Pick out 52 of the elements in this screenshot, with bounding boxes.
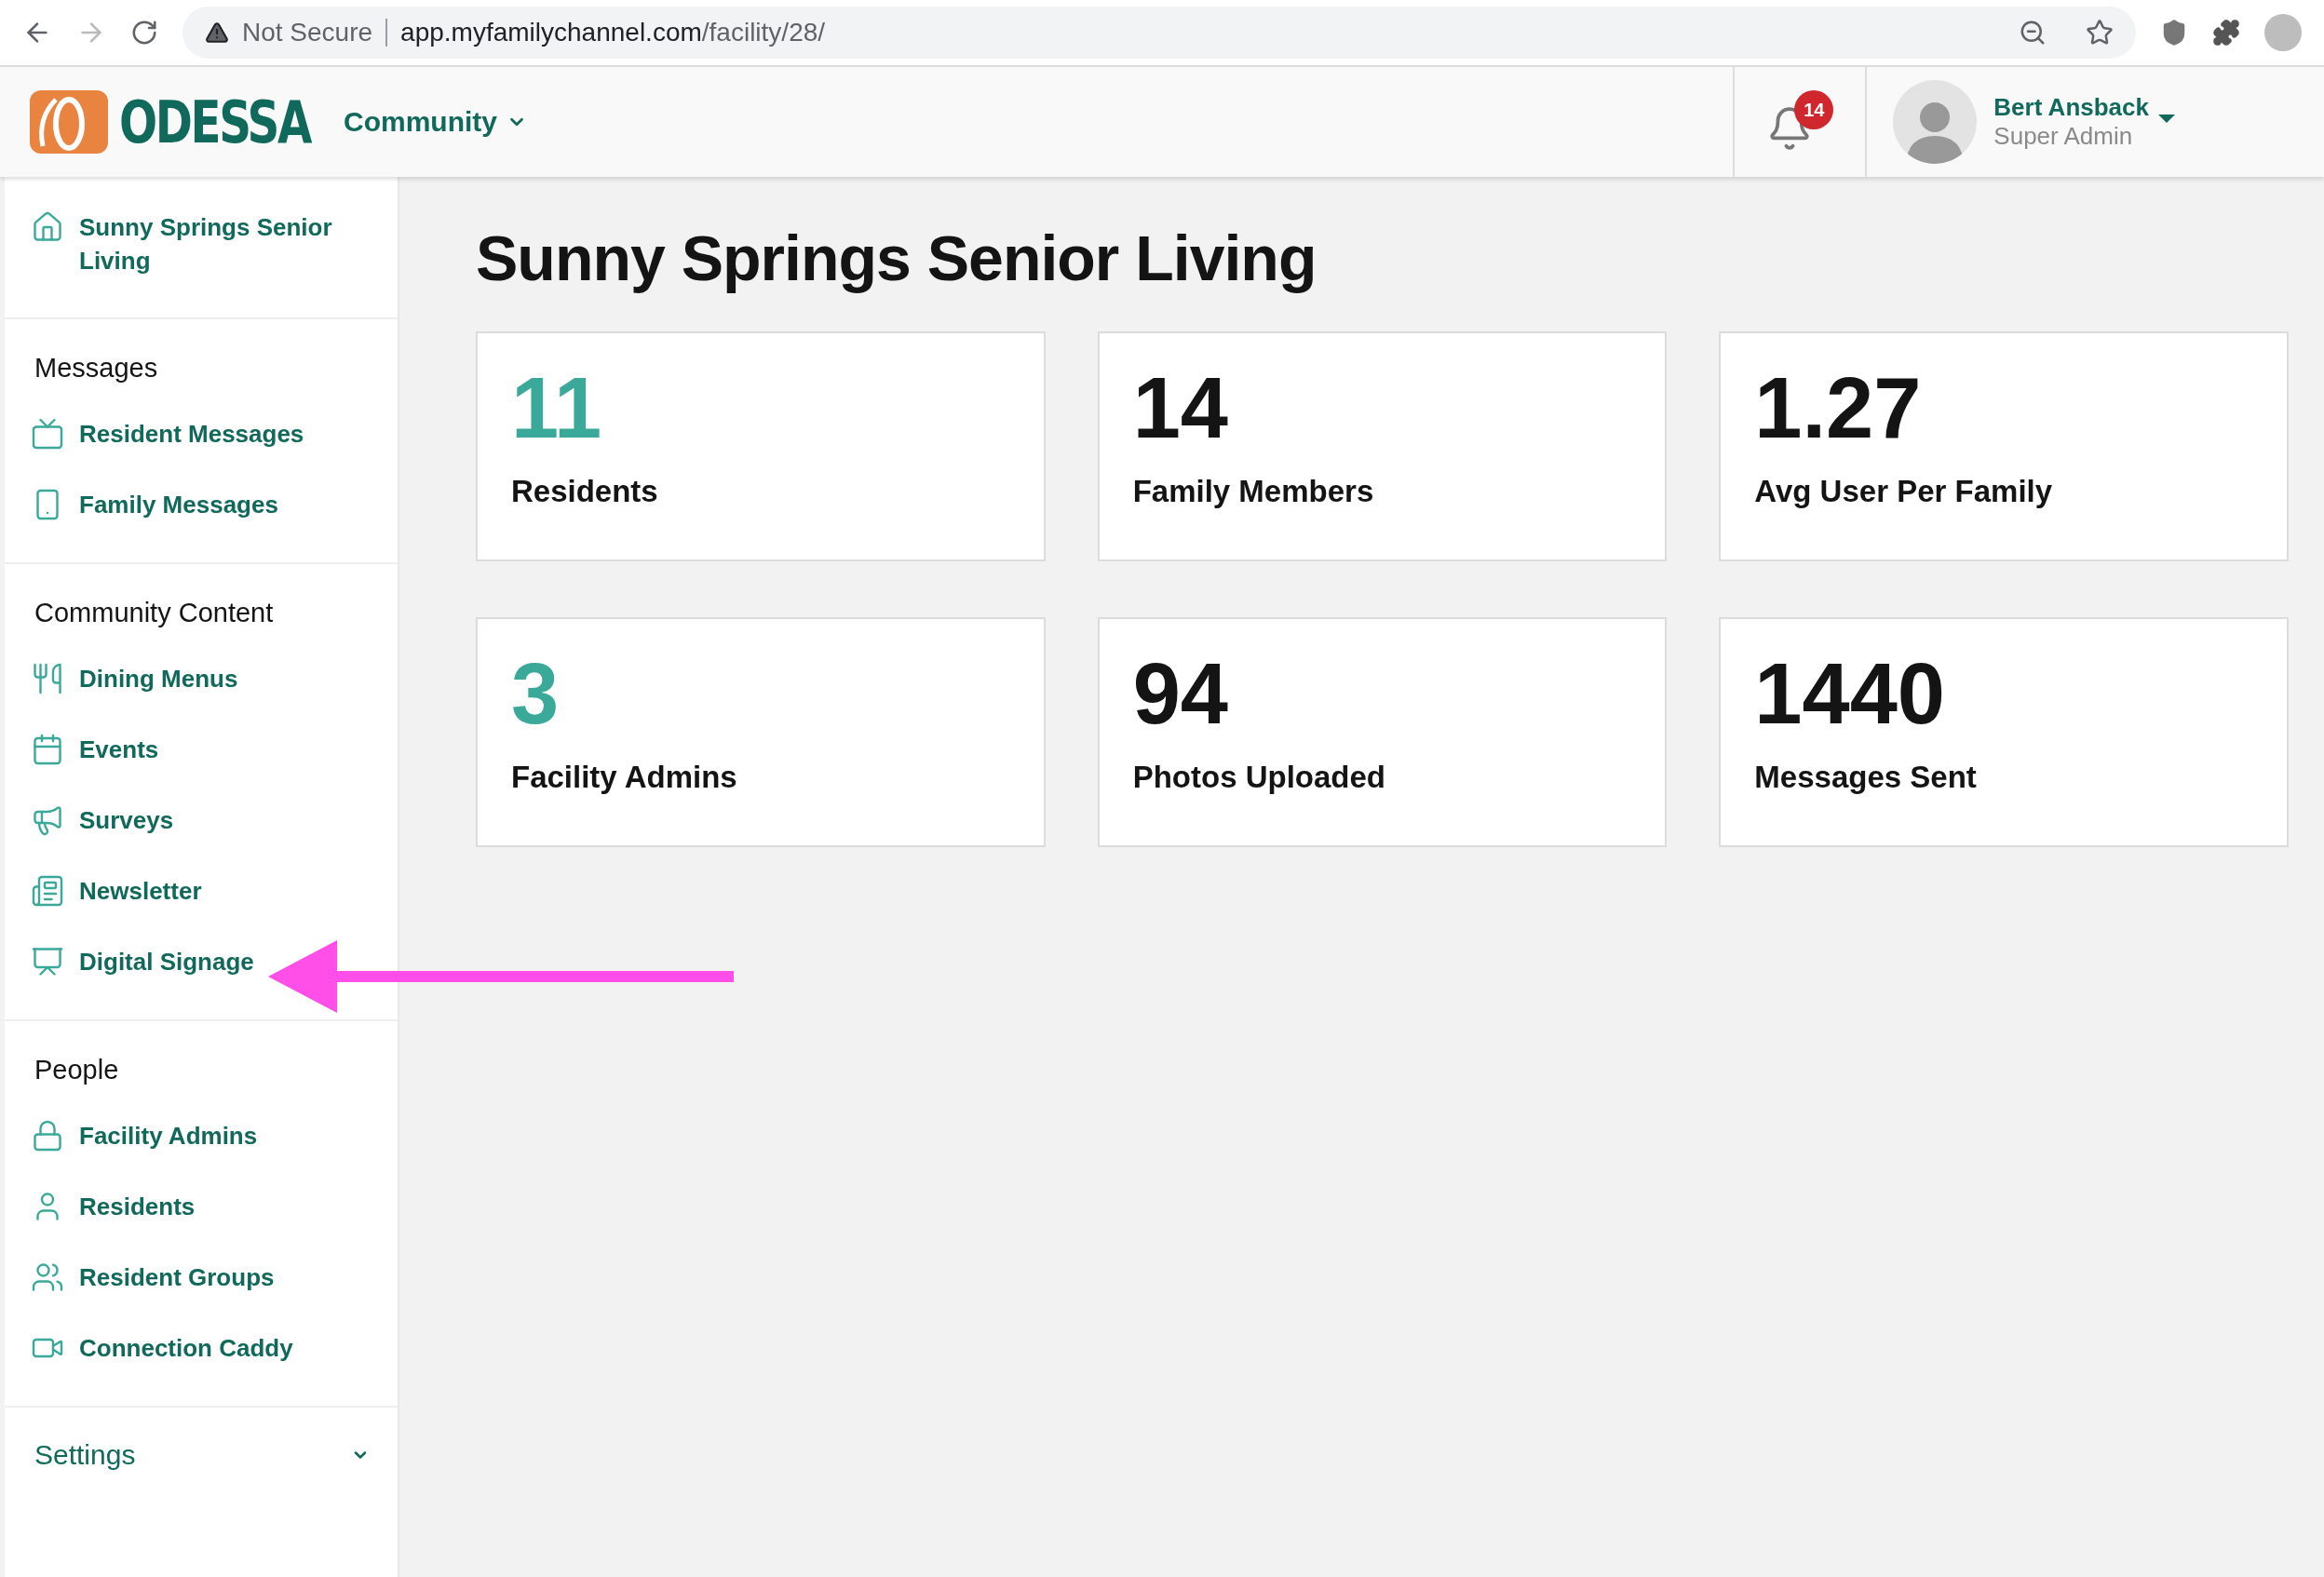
sidebar-item[interactable]: Residents: [31, 1170, 373, 1242]
bookmark-star-icon[interactable]: [2086, 19, 2114, 47]
notification-bell[interactable]: 14: [1766, 90, 1834, 154]
sidebar-item[interactable]: Dining Menus: [31, 642, 373, 714]
reload-icon[interactable]: [130, 19, 158, 47]
logo-icon: [30, 90, 108, 154]
section-heading: Messages: [34, 352, 159, 384]
stat-value: 94: [1132, 649, 1229, 739]
sidebar-item[interactable]: Family Messages: [31, 468, 373, 540]
stat-value: 3: [511, 649, 561, 739]
stat-value: 11: [511, 363, 603, 453]
sidebar-item[interactable]: Sunny Springs Senior Living: [31, 210, 373, 278]
sidebar-item[interactable]: Newsletter: [31, 855, 373, 926]
notification-count: 14: [1794, 90, 1834, 129]
page-title: Sunny Springs Senior Living: [476, 222, 1317, 294]
stat-label: Family Members: [1132, 473, 1375, 509]
sidebar-item[interactable]: Resident Groups: [31, 1241, 373, 1313]
url-path: /facility/28/: [701, 18, 826, 47]
section-heading: Community Content: [34, 597, 275, 628]
stat-label: Residents: [511, 473, 659, 509]
sidebar-item[interactable]: Events: [31, 713, 373, 785]
sidebar-item[interactable]: Digital Signage: [31, 925, 373, 997]
stat-value: 1.27: [1754, 363, 1923, 453]
stat-label: Photos Uploaded: [1132, 759, 1386, 795]
stat-label: Messages Sent: [1754, 759, 1978, 795]
calendar-icon: [31, 732, 64, 766]
sidebar-item[interactable]: Facility Admins: [31, 1099, 373, 1171]
zoom-icon[interactable]: [2019, 19, 2047, 47]
user-role: Super Admin: [1993, 122, 2134, 151]
security-label: Not Secure: [242, 18, 373, 47]
home-icon: [31, 210, 64, 244]
sidebar-item[interactable]: Resident Messages: [31, 398, 373, 469]
television-icon: [31, 416, 64, 451]
sidebar-item[interactable]: Connection Caddy: [31, 1312, 373, 1383]
address-bar[interactable]: Not Secure app.myfamilychannel.com/facility/28/: [182, 7, 2136, 59]
user-name[interactable]: Bert Ansback: [1993, 93, 2149, 122]
stat-value: 1440: [1754, 649, 1946, 739]
lock-icon: [31, 1118, 64, 1152]
newspaper-icon: [31, 873, 64, 908]
url-host: app.myfamilychannel.com: [400, 18, 702, 47]
logo-text: ODESSA: [119, 88, 311, 156]
stat-value: 14: [1132, 363, 1229, 453]
settings-toggle[interactable]: Settings: [5, 1407, 398, 1471]
section-heading: People: [34, 1054, 120, 1085]
stat-label: Facility Admins: [511, 759, 738, 795]
puzzle-icon[interactable]: [2212, 19, 2240, 47]
sidebar-item[interactable]: Surveys: [31, 784, 373, 856]
warning-icon: [205, 20, 229, 45]
stat-label: Avg User Per Family: [1754, 473, 2054, 509]
caret-icon[interactable]: [2158, 114, 2175, 123]
community-menu[interactable]: Community: [344, 106, 528, 138]
fork-spoon-icon: [31, 661, 64, 695]
